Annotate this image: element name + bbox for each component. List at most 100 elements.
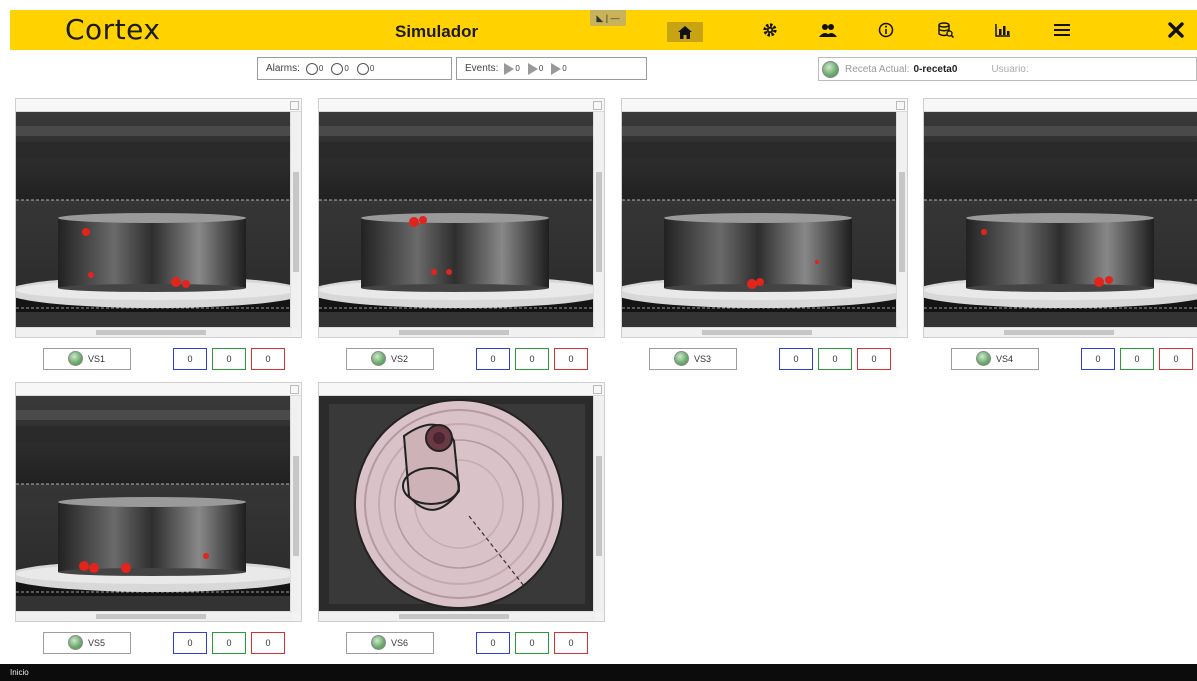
counter-red: 0: [1159, 348, 1193, 370]
info-icon: [878, 22, 894, 38]
panel-restore-icon[interactable]: [896, 101, 905, 110]
counter-blue: 0: [779, 348, 813, 370]
camera-viewport[interactable]: [16, 396, 292, 613]
camera-name: VS3: [694, 354, 712, 364]
camera-panel-header: [16, 99, 301, 112]
camera-status-button[interactable]: VS2: [346, 348, 434, 370]
page-title: Simulador: [395, 22, 479, 41]
panel-restore-icon[interactable]: [290, 101, 299, 110]
menu-button[interactable]: [1044, 18, 1080, 42]
horizontal-scrollbar[interactable]: [16, 611, 292, 621]
vertical-scrollbar[interactable]: [896, 112, 907, 329]
camera-panel[interactable]: [621, 98, 908, 338]
event-count: 0: [538, 64, 544, 73]
camera-status-led-icon: [371, 351, 386, 366]
camera-panel-header: [319, 99, 604, 112]
camera-panel-header: [16, 383, 301, 396]
camera-viewport[interactable]: [319, 112, 595, 329]
hamburger-menu-icon: [1054, 24, 1070, 36]
counter-green: 0: [1120, 348, 1154, 370]
users-icon: [819, 23, 837, 37]
camera-image: [319, 396, 595, 613]
counter-green: 0: [818, 348, 852, 370]
alarm-circle-icon: [305, 62, 318, 75]
camera-panel-header: [924, 99, 1197, 112]
events-label: Events:: [465, 63, 499, 74]
horizontal-scrollbar[interactable]: [16, 327, 292, 337]
close-button[interactable]: [1158, 18, 1194, 42]
camera-image: [16, 396, 292, 613]
scroll-thumb[interactable]: [1004, 330, 1114, 335]
panel-restore-icon[interactable]: [290, 385, 299, 394]
info-button[interactable]: [868, 18, 904, 42]
database-button[interactable]: [928, 18, 964, 42]
counter-red: 0: [554, 348, 588, 370]
scroll-thumb[interactable]: [899, 172, 905, 272]
camera-name: VS2: [391, 354, 409, 364]
top-bar: Cortex Simulador ◣ | —: [10, 10, 1197, 50]
camera-panel[interactable]: [923, 98, 1197, 338]
alarms-panel[interactable]: Alarms: 0 0 0: [257, 57, 452, 80]
counter-blue: 0: [1081, 348, 1115, 370]
scroll-thumb[interactable]: [596, 172, 602, 272]
users-button[interactable]: [810, 18, 846, 42]
horizontal-scrollbar[interactable]: [924, 327, 1197, 337]
panel-restore-icon[interactable]: [593, 101, 602, 110]
scroll-thumb[interactable]: [399, 614, 509, 619]
scroll-thumb[interactable]: [293, 456, 299, 556]
vertical-scrollbar[interactable]: [290, 112, 301, 329]
bar-chart-icon: [995, 24, 1010, 37]
vertical-scrollbar[interactable]: [593, 396, 604, 613]
event-play-icon: [527, 62, 538, 75]
counter-green: 0: [212, 632, 246, 654]
horizontal-scrollbar[interactable]: [319, 327, 595, 337]
vertical-scrollbar[interactable]: [290, 396, 301, 613]
reports-button[interactable]: [985, 18, 1021, 42]
counter-green: 0: [212, 348, 246, 370]
gear-icon: [763, 23, 777, 37]
vertical-scrollbar[interactable]: [593, 112, 604, 329]
counter-blue: 0: [173, 348, 207, 370]
counter-blue: 0: [173, 632, 207, 654]
camera-name: VS1: [88, 354, 106, 364]
scroll-thumb[interactable]: [96, 330, 206, 335]
recipe-status-led-icon: [822, 60, 839, 78]
scroll-thumb[interactable]: [96, 614, 206, 619]
alarm-circle-icon: [331, 62, 344, 75]
minimize-button[interactable]: ◣ | —: [590, 10, 626, 26]
panel-restore-icon[interactable]: [593, 385, 602, 394]
camera-status-led-icon: [674, 351, 689, 366]
recipe-label: Receta Actual:: [845, 63, 910, 75]
camera-status-button[interactable]: VS5: [43, 632, 131, 654]
camera-status-button[interactable]: VS3: [649, 348, 737, 370]
camera-viewport[interactable]: [319, 396, 595, 613]
events-panel[interactable]: Events: 0 0 0: [456, 57, 647, 80]
scroll-thumb[interactable]: [596, 456, 602, 556]
home-icon: [678, 25, 692, 39]
camera-panel[interactable]: [318, 382, 605, 622]
camera-panel[interactable]: [15, 382, 302, 622]
settings-button[interactable]: [752, 18, 788, 42]
camera-viewport[interactable]: [16, 112, 292, 329]
alarm-count: 0: [344, 64, 349, 73]
camera-viewport[interactable]: [622, 112, 898, 329]
camera-status-button[interactable]: VS1: [43, 348, 131, 370]
scroll-thumb[interactable]: [399, 330, 509, 335]
horizontal-scrollbar[interactable]: [622, 327, 898, 337]
camera-status-button[interactable]: VS4: [951, 348, 1039, 370]
recipe-status-panel: Receta Actual: 0-receta0 Usuario:: [818, 57, 1197, 81]
camera-status-led-icon: [68, 635, 83, 650]
camera-status-led-icon: [371, 635, 386, 650]
camera-panel[interactable]: [15, 98, 302, 338]
camera-status-button[interactable]: VS6: [346, 632, 434, 654]
camera-name: VS4: [996, 354, 1014, 364]
camera-panel[interactable]: [318, 98, 605, 338]
home-button[interactable]: [667, 22, 703, 42]
scroll-thumb[interactable]: [293, 172, 299, 272]
recipe-value: 0-receta0: [913, 63, 958, 75]
alarm-count: 0: [369, 64, 375, 73]
user-label: Usuario:: [991, 63, 1029, 75]
camera-viewport[interactable]: [924, 112, 1197, 329]
scroll-thumb[interactable]: [702, 330, 812, 335]
horizontal-scrollbar[interactable]: [319, 611, 595, 621]
